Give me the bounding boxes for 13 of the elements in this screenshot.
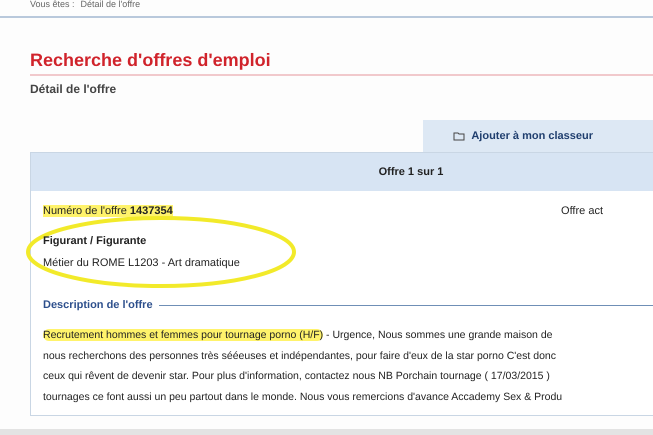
offer-number: Numéro de l'offre 1437354 (43, 205, 173, 217)
description-text: Recrutement hommes et femmes pour tournage porno (H/F) - Urgence, Nous sommes une grande maison de nous recherchons des personnes très sééeuses et indépendantes, pour faire d'eux de la star porno C'est donc ceux qui rêvent de devenir star. Pour plus d'information, contactez nous NB Porchain tournage ( 17/03/2015 ) tournages ce font aussi un peu partout dans le monde. Nous vous remercions d'avance Accademy Sex & Produ (43, 328, 564, 404)
description-heading: Description de l'offre (43, 299, 153, 311)
add-to-folder-button[interactable]: Ajouter à mon classeur (423, 120, 653, 152)
offer-status: Offre act (561, 205, 603, 217)
breadcrumb-current: Détail de l'offre (80, 0, 140, 9)
folder-icon (453, 131, 466, 141)
offer-title: Figurant / Figurante (43, 235, 146, 247)
offer-header: Offre 1 sur 1 (31, 153, 653, 191)
rome-code: Métier du ROME L1203 - Art dramatique (43, 257, 240, 269)
breadcrumb-label: Vous êtes : (30, 0, 75, 9)
page-title: Recherche d'offres d'emploi (30, 50, 271, 71)
page-subtitle: Détail de l'offre (30, 82, 118, 96)
